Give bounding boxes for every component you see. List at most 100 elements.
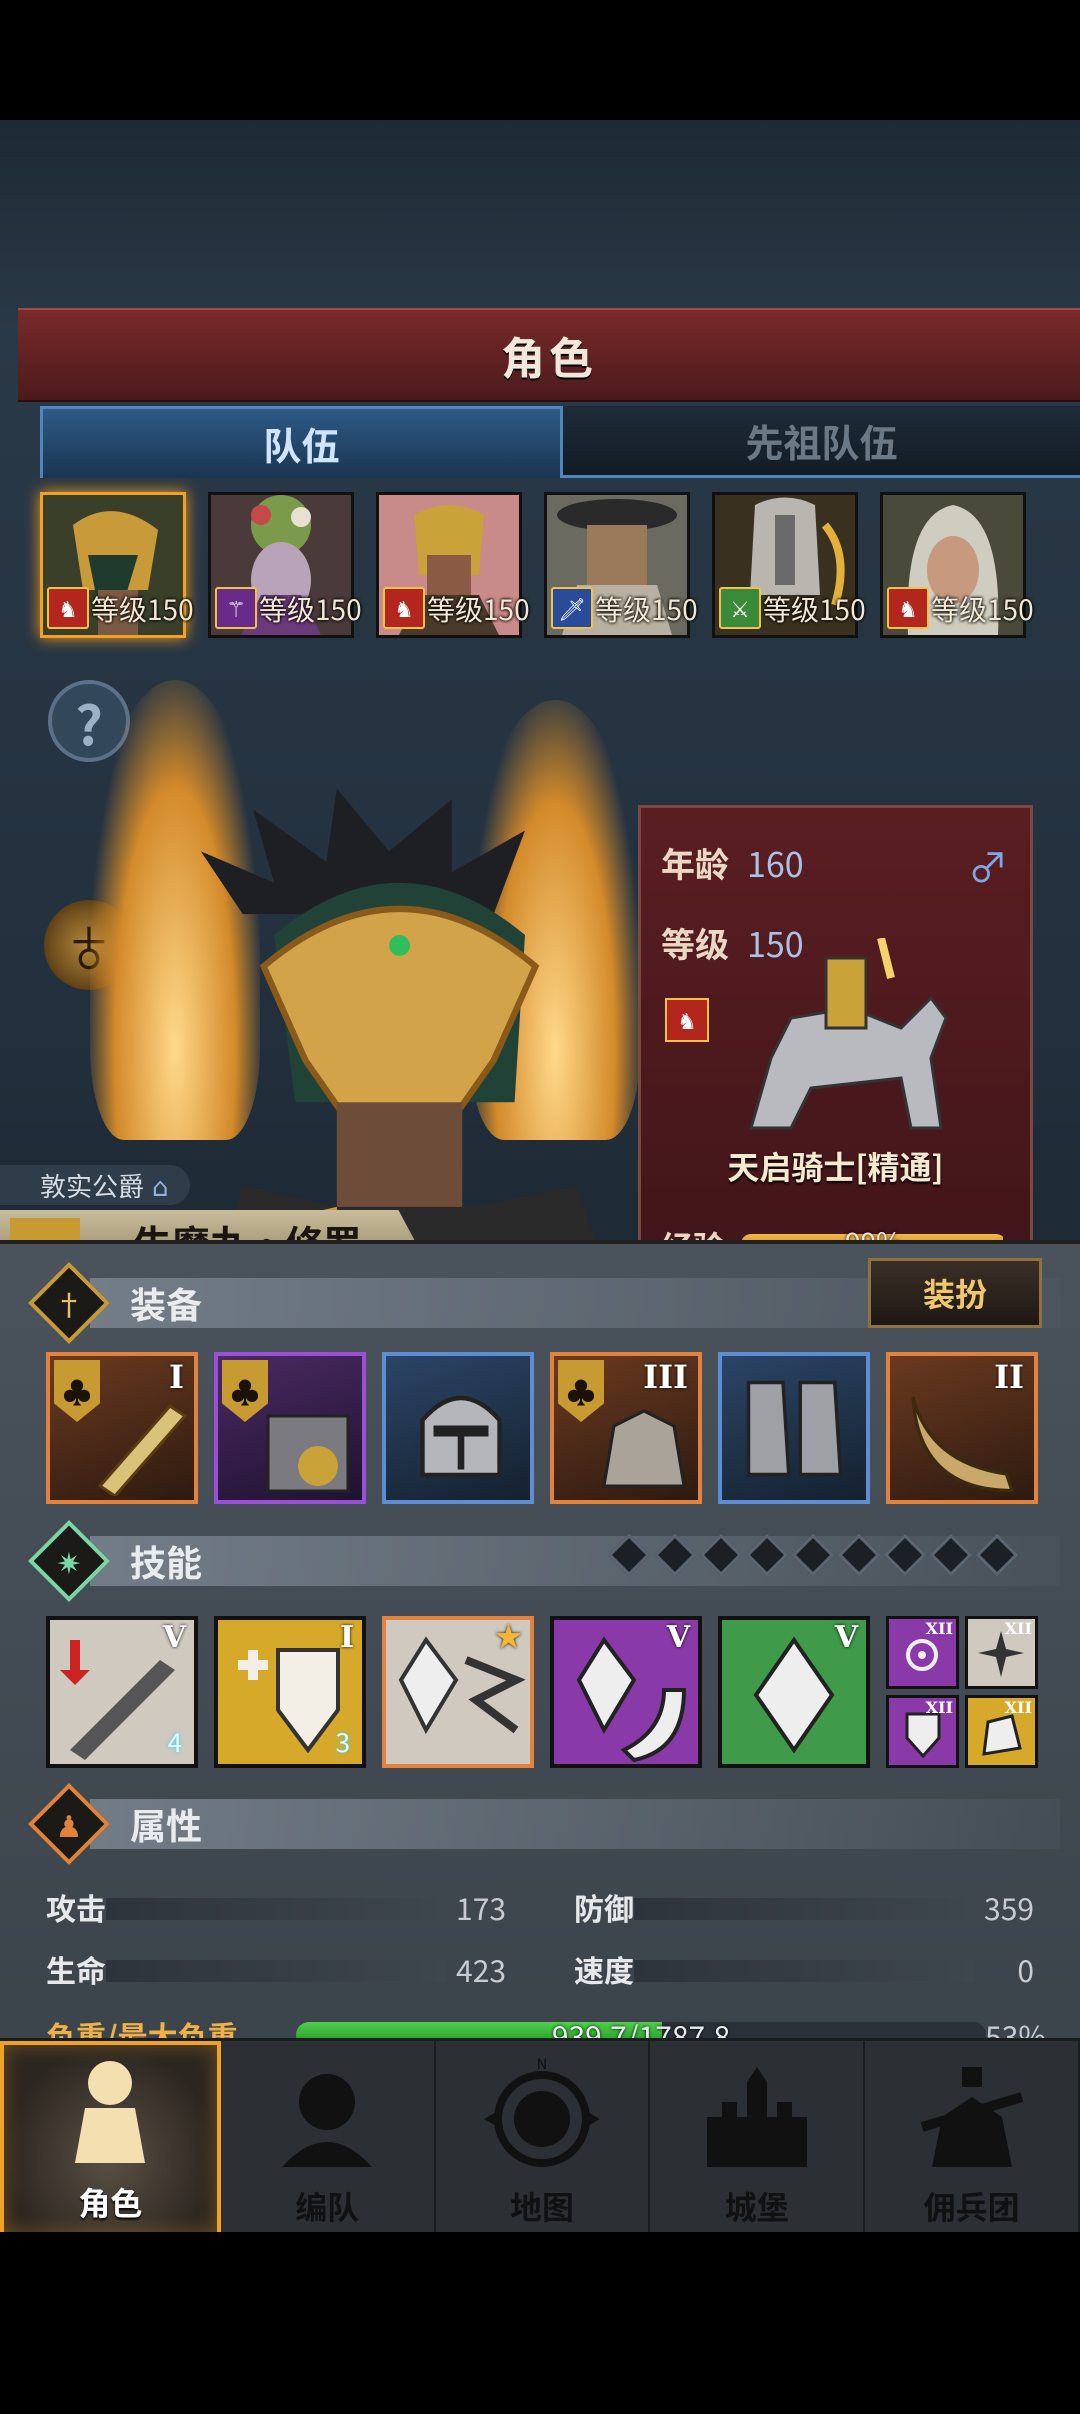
armor-icon [602, 1409, 686, 1488]
hero-detail-panel: † 装备 装扮 ♣ I ♣ ♣ III II ✷ 技能 V 4 I 3 ★ V … [0, 1240, 1080, 2057]
skill-point-diamond [883, 1533, 927, 1577]
noble-title-tag: 敦实公爵 ⌂ [0, 1165, 190, 1205]
equipment-slot-accessory[interactable]: II [886, 1352, 1038, 1504]
hero-level: 等级150 [595, 589, 698, 629]
skill-slot[interactable]: V [550, 1616, 702, 1768]
hero-card[interactable]: ♞ 等级150 [376, 492, 530, 638]
knight-icon [75, 2061, 146, 2163]
skill-tier: V [666, 1620, 690, 1655]
tab-team[interactable]: 队伍 [40, 406, 563, 478]
nav-mercenary[interactable]: 佣兵团 [865, 2041, 1080, 2232]
game-screen: 角色 队伍 先祖队伍 ♞ 等级150 ⚚ 等级150 ♞ 等级150 🗡 等级1… [0, 120, 1080, 2232]
dagger-icon: † [27, 1261, 111, 1345]
skill-tier: XII [925, 1619, 953, 1638]
passive-skill-slot[interactable]: XII [965, 1695, 1038, 1768]
skill-point-diamond [929, 1533, 973, 1577]
skill-point-diamond [607, 1533, 651, 1577]
nav-label: 角色 [78, 2179, 143, 2225]
rank-up-icon: ⌂ [152, 1166, 169, 1204]
defense-value: 359 [984, 1885, 1034, 1929]
equipment-slot-boots[interactable] [718, 1352, 870, 1504]
hero-level: 等级150 [931, 589, 1034, 629]
equipment-slots: ♣ I ♣ ♣ III II [46, 1352, 1038, 1504]
skill-point-diamond [975, 1533, 1019, 1577]
skill-badge: 4 [167, 1723, 182, 1760]
skill-tier: ★ [495, 1620, 522, 1655]
hero-info-card: 年龄160 ♂ 等级150 ♞ 天启骑士[精通] 经验 99% [638, 805, 1033, 1310]
passive-skill-grid: XII XII XII XII [886, 1616, 1038, 1768]
title-bar: 角色 [18, 308, 1080, 402]
skill-slot[interactable]: V 4 [46, 1616, 198, 1768]
horse-icon: ♞ [665, 998, 709, 1042]
skill-tier: XII [925, 1698, 953, 1717]
equipment-slot-armor[interactable]: ♣ III [550, 1352, 702, 1504]
skill-tier: V [834, 1620, 858, 1655]
speed-value: 0 [1017, 1947, 1034, 1991]
passive-skill-slot[interactable]: XII [965, 1616, 1038, 1689]
level-label: 等级 [661, 918, 729, 967]
hero-level: 等级150 [91, 589, 194, 629]
age-label: 年龄 [661, 838, 729, 887]
page-title: 角色 [501, 323, 597, 387]
staff-icon: ⚚ [215, 587, 257, 629]
skill-tier: V [162, 1620, 186, 1655]
skill-slot[interactable]: V [718, 1616, 870, 1768]
bottom-nav: 角色 编队 N 地图 城堡 佣兵团 [0, 2038, 1080, 2232]
crossed-swords-icon: ⚔ [719, 587, 761, 629]
nav-label: 城堡 [724, 2183, 789, 2229]
speed-label: 速度 [574, 1947, 634, 1991]
equipment-slot-weapon[interactable]: ♣ I [46, 1352, 198, 1504]
skill-point-diamond [699, 1533, 743, 1577]
hero-roster: ♞ 等级150 ⚚ 等级150 ♞ 等级150 🗡 等级150 ⚔ 等级150 … [40, 492, 1070, 642]
attack-stat: 攻击 173 [46, 1884, 506, 1930]
skills-label: 技能 [130, 1535, 203, 1587]
hp-stat: 生命 423 [46, 1946, 506, 1992]
skill-tier: XII [1004, 1698, 1032, 1717]
hero-card[interactable]: ♞ 等级150 [880, 492, 1034, 638]
hero-level: 等级150 [259, 589, 362, 629]
skill-slot[interactable]: I 3 [214, 1616, 366, 1768]
hero-level: 等级150 [763, 589, 866, 629]
attributes-icon: ♟ [27, 1782, 111, 1866]
skill-tier: XII [1004, 1619, 1032, 1638]
tab-ancestor-team[interactable]: 先祖队伍 [563, 406, 1080, 478]
skill-point-indicators [607, 1533, 1019, 1577]
skill-point-diamond [837, 1533, 881, 1577]
nav-castle[interactable]: 城堡 [650, 2041, 866, 2232]
dress-up-button[interactable]: 装扮 [868, 1258, 1042, 1328]
attributes-section-header: ♟ 属性 [27, 1782, 1060, 1866]
attack-value: 173 [456, 1885, 506, 1929]
horse-icon: ♞ [47, 587, 89, 629]
horn-icon [911, 1396, 1015, 1493]
nav-label: 地图 [509, 2183, 574, 2229]
hero-level: 等级150 [427, 589, 530, 629]
age-row: 年龄 160 [661, 838, 804, 887]
hero-card[interactable]: ⚔ 等级150 [712, 492, 866, 638]
age-value: 160 [747, 838, 804, 887]
equipment-slot-helmet[interactable] [382, 1352, 534, 1504]
passive-skill-slot[interactable]: XII [886, 1695, 959, 1768]
shield-icon [266, 1414, 350, 1493]
skill-slot[interactable]: ★ [382, 1616, 534, 1768]
nav-map[interactable]: N 地图 [436, 2041, 651, 2232]
passive-skill-slot[interactable]: XII [886, 1616, 959, 1689]
hero-card[interactable]: ⚚ 等级150 [208, 492, 362, 638]
nav-formation[interactable]: 编队 [221, 2041, 436, 2232]
skill-tier: I [339, 1620, 354, 1655]
hero-card[interactable]: ♞ 等级150 [40, 492, 194, 638]
skills-section-header: ✷ 技能 [27, 1519, 1060, 1603]
compass-icon: N [483, 2057, 600, 2167]
skill-point-diamond [653, 1533, 697, 1577]
horse-icon: ♞ [887, 587, 929, 629]
equipment-slot-offhand[interactable]: ♣ [214, 1352, 366, 1504]
hero-card[interactable]: 🗡 等级150 [544, 492, 698, 638]
attributes-label: 属性 [130, 1798, 203, 1850]
nav-character[interactable]: 角色 [0, 2041, 221, 2232]
nav-label: 佣兵团 [923, 2183, 1020, 2229]
castle-icon [706, 2067, 807, 2167]
mercenary-icon [920, 2067, 1024, 2167]
star-icon: ✷ [27, 1519, 111, 1603]
nav-label: 编队 [295, 2183, 360, 2229]
horse-icon: ♞ [383, 587, 425, 629]
male-icon: ♂ [968, 836, 1008, 894]
